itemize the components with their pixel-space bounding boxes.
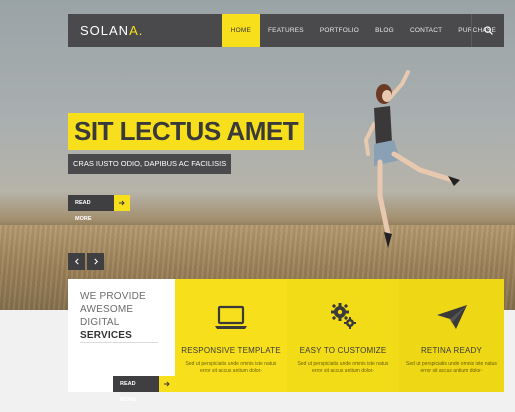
gears-icon bbox=[331, 303, 356, 329]
chevron-right-icon bbox=[93, 258, 98, 265]
intro-line-2: AWESOME DIGITAL bbox=[80, 304, 134, 328]
feature-title: RESPONSIVE TEMPLATE bbox=[181, 346, 281, 355]
feature-card-responsive: RESPONSIVE TEMPLATE Sed ut perspiciatis … bbox=[175, 279, 287, 392]
slider-controls bbox=[68, 253, 104, 270]
hero-title: SIT LECTUS AMET bbox=[68, 113, 305, 150]
nav-item-portfolio[interactable]: PORTFOLIO bbox=[312, 14, 367, 47]
chevron-left-icon bbox=[74, 258, 79, 265]
intro-divider bbox=[80, 342, 158, 343]
search-icon bbox=[483, 26, 493, 35]
site-logo[interactable]: SOLANA. bbox=[68, 23, 222, 38]
hero-read-more-button[interactable]: READ MORE bbox=[68, 195, 130, 222]
intro-line-1: WE PROVIDE bbox=[80, 291, 146, 302]
feature-card-retina: RETINA READY Sed ut perspiciatis unde om… bbox=[399, 279, 504, 392]
paper-plane-icon bbox=[436, 305, 467, 329]
nav-item-contact[interactable]: CONTACT bbox=[402, 14, 450, 47]
laptop-icon bbox=[215, 305, 247, 329]
search-button[interactable] bbox=[471, 14, 504, 47]
feature-description: Sed ut perspiciatis unde omnis iste natu… bbox=[185, 361, 277, 374]
arrow-right-icon bbox=[114, 195, 130, 211]
nav-item-features[interactable]: FEATURES bbox=[260, 14, 312, 47]
logo-accent: A. bbox=[129, 23, 144, 38]
intro-line-3: SERVICES bbox=[80, 330, 132, 341]
hero-read-more-label: READ MORE bbox=[68, 195, 114, 222]
logo-main: SOLAN bbox=[80, 23, 130, 38]
services-read-more-button[interactable]: READ MORE bbox=[113, 376, 175, 403]
feature-title: RETINA READY bbox=[420, 346, 483, 355]
slider-prev-button[interactable] bbox=[68, 253, 85, 270]
jumping-woman-image bbox=[363, 70, 460, 248]
arrow-right-icon bbox=[159, 376, 175, 392]
feature-title: EASY TO CUSTOMIZE bbox=[299, 346, 387, 355]
feature-description: Sed ut perspiciatis unde omnis iste natu… bbox=[406, 361, 497, 374]
services-read-more-label: READ MORE bbox=[113, 376, 159, 403]
nav-item-home[interactable]: HOME bbox=[221, 14, 261, 47]
top-navbar: SOLANA. HOME FEATURES PORTFOLIO BLOG CON… bbox=[68, 14, 504, 47]
slider-next-button[interactable] bbox=[87, 253, 104, 270]
feature-description: Sed ut perspiciatis unde omnis iste natu… bbox=[297, 361, 389, 374]
nav-menu: HOME FEATURES PORTFOLIO BLOG CONTACT PUR… bbox=[221, 14, 504, 47]
hero-subtitle: CRAS IUSTO ODIO, DAPIBUS AC FACILISIS bbox=[68, 154, 232, 174]
nav-item-blog[interactable]: BLOG bbox=[367, 14, 402, 47]
feature-card-customize: EASY TO CUSTOMIZE Sed ut perspiciatis un… bbox=[287, 279, 399, 392]
